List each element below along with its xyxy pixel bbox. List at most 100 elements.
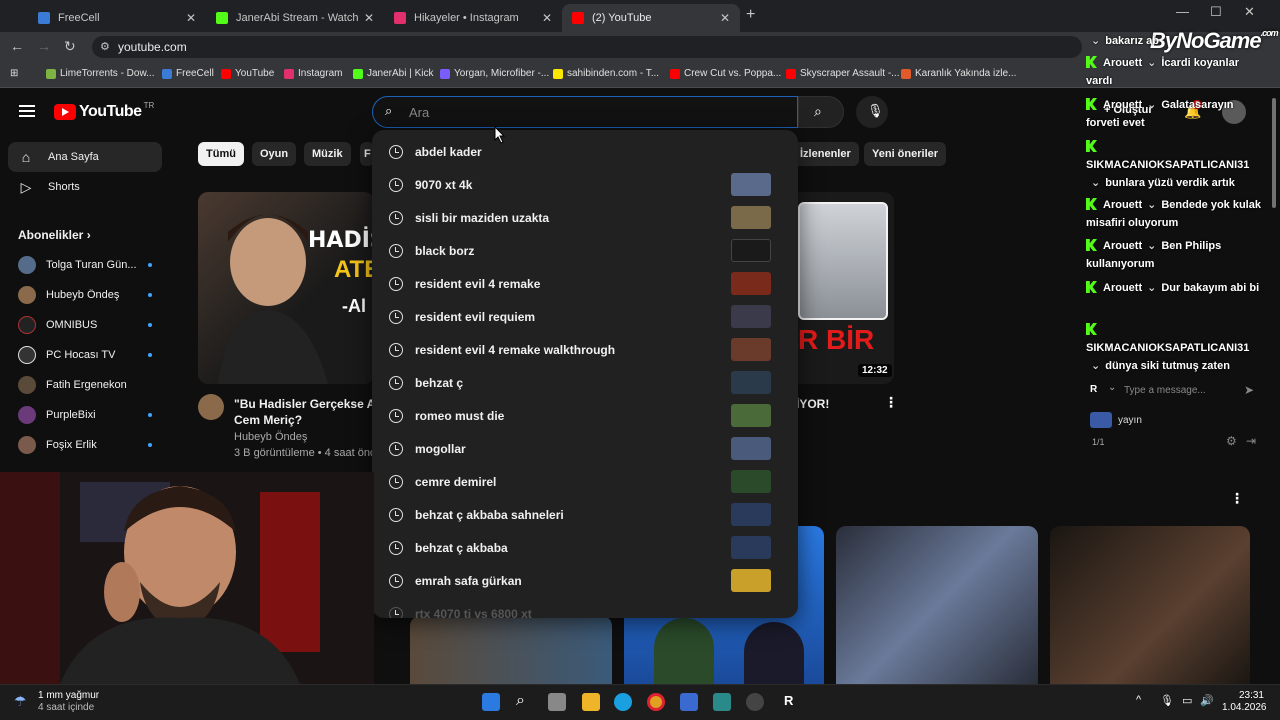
youtube-logo[interactable]: YouTube TR — [54, 101, 154, 121]
more-options-icon[interactable]: ⋮ — [884, 394, 898, 411]
chevron-down-icon[interactable]: ⌄ — [1108, 382, 1116, 393]
sidebar-sub-purplebixi[interactable]: PurpleBixi — [8, 402, 162, 428]
suggestion-item[interactable]: cemre demirel — [372, 466, 798, 499]
bookmark-karanlik[interactable]: Karanlık Yakında izle... — [901, 68, 1016, 79]
bookmark-skyscraper[interactable]: Skyscraper Assault -... — [786, 68, 899, 79]
task-view-icon[interactable] — [548, 693, 566, 711]
popout-icon[interactable]: ⇥ — [1246, 434, 1256, 448]
settings-icon[interactable]: ⚙ — [1226, 434, 1237, 448]
search-button[interactable]: ⌕ — [798, 96, 844, 128]
video-title-partial[interactable]: İYOR! — [796, 396, 829, 412]
video-title-line2[interactable]: Cem Meriç? — [234, 412, 302, 428]
video-thumbnail[interactable] — [836, 526, 1038, 684]
suggestion-item[interactable]: romeo must die — [372, 400, 798, 433]
suggestion-item[interactable]: behzat ç akbaba — [372, 532, 798, 565]
tab-kick[interactable]: JanerAbi Stream - Watch Li... ✕ — [206, 4, 384, 32]
bookmark-crew-cut[interactable]: Crew Cut vs. Poppa... — [670, 68, 781, 79]
voice-search-button[interactable]: 🎙 — [856, 96, 888, 128]
video-thumbnail[interactable] — [1050, 526, 1250, 684]
suggestion-item[interactable]: behzat ç akbaba sahneleri — [372, 499, 798, 532]
minimize-icon[interactable]: — — [1176, 4, 1189, 19]
subscriptions-heading[interactable]: Abonelikler › — [18, 228, 91, 242]
app-icon[interactable] — [713, 693, 731, 711]
tab-youtube[interactable]: (2) YouTube ✕ — [562, 4, 740, 32]
sidebar-item-home[interactable]: ⌂ Ana Sayfa — [8, 142, 162, 172]
bookmark-kick[interactable]: JanerAbi | Kick — [353, 68, 434, 79]
maximize-icon[interactable]: ☐ — [1210, 4, 1222, 20]
reload-icon[interactable]: ↻ — [64, 38, 76, 55]
new-tab-icon[interactable]: + — [746, 6, 755, 24]
chrome-icon[interactable] — [647, 693, 665, 711]
close-tab-icon[interactable]: ✕ — [720, 11, 730, 25]
sidebar-sub-fosix[interactable]: Foşix Erlik — [8, 432, 162, 458]
obs-icon[interactable] — [746, 693, 764, 711]
suggestion-item[interactable]: resident evil 4 remake walkthrough — [372, 334, 798, 367]
suggestion-item[interactable]: rtx 4070 ti vs 6800 xt — [372, 598, 798, 618]
tab-instagram[interactable]: Hikayeler • Instagram ✕ — [384, 4, 562, 32]
sidebar-sub-fatih[interactable]: Fatih Ergenekon — [8, 372, 162, 398]
search-icon[interactable]: ⌕ — [516, 692, 525, 710]
bookmark-yorgan[interactable]: Yorgan, Microfiber -... — [440, 68, 549, 79]
suggestion-item[interactable]: sisli bir maziden uzakta — [372, 202, 798, 235]
site-info-icon[interactable]: ⚙ — [100, 40, 110, 53]
suggestion-item[interactable]: emrah safa gürkan — [372, 565, 798, 598]
close-window-icon[interactable]: ✕ — [1244, 4, 1255, 20]
forward-icon[interactable]: → — [37, 38, 51, 54]
suggestion-item[interactable]: resident evil 4 remake — [372, 268, 798, 301]
bookmark-freecell[interactable]: FreeCell — [162, 68, 214, 79]
close-tab-icon[interactable]: ✕ — [364, 11, 374, 25]
back-icon[interactable]: ← — [10, 38, 24, 54]
url-field[interactable]: ⚙ youtube.com — [92, 36, 1082, 58]
sidebar-sub-hubeyb[interactable]: Hubeyb Öndeş — [8, 282, 162, 308]
menu-icon[interactable] — [19, 105, 35, 117]
edge-icon[interactable] — [614, 693, 632, 711]
apps-icon[interactable]: ⊞ — [10, 68, 18, 79]
start-icon[interactable] — [482, 693, 500, 711]
close-tab-icon[interactable]: ✕ — [186, 11, 196, 25]
bookmark-sahibinden[interactable]: sahibinden.com - T... — [553, 68, 659, 79]
channel-name[interactable]: Hubeyb Öndeş — [234, 431, 307, 443]
chat-message-input[interactable]: Type a message... — [1124, 385, 1206, 396]
sidebar-sub-pchocasi[interactable]: PC Hocası TV — [8, 342, 162, 368]
file-explorer-icon[interactable] — [582, 693, 600, 711]
suggestion-item[interactable]: resident evil requiem — [372, 301, 798, 334]
send-icon[interactable]: ➤ — [1244, 383, 1254, 397]
suggestion-item[interactable]: 9070 xt 4k — [372, 169, 798, 202]
suggestion-item[interactable]: black borz — [372, 235, 798, 268]
chip-watched[interactable]: İzlenenler — [792, 142, 859, 166]
bookmark-instagram[interactable]: Instagram — [284, 68, 342, 79]
bookmark-youtube[interactable]: YouTube — [221, 68, 274, 79]
scrollbar-thumb[interactable] — [1272, 98, 1276, 208]
microphone-icon[interactable]: 🎙 — [1160, 694, 1174, 707]
bookmark-limetorrents[interactable]: LimeTorrents - Dow... — [46, 68, 154, 79]
more-options-icon[interactable]: ⋮ — [1230, 490, 1244, 507]
weather-icon[interactable]: ☂ — [14, 693, 27, 710]
sidebar-sub-omnibus[interactable]: OMNIBUS — [8, 312, 162, 338]
search-input[interactable]: ⌕ Ara — [372, 96, 798, 128]
close-tab-icon[interactable]: ✕ — [542, 11, 552, 25]
video-thumbnail[interactable]: HADİS ATE -Al — [198, 192, 374, 384]
video-title-line1[interactable]: "Bu Hadisler Gerçekse Ate — [234, 396, 386, 412]
r-app-icon[interactable]: R — [784, 693, 793, 708]
tab-freecell[interactable]: FreeCell ✕ — [28, 4, 206, 32]
network-icon[interactable]: ▭ — [1182, 694, 1192, 707]
system-clock[interactable]: 23:31 1.04.2026 — [1222, 690, 1267, 714]
page-scrollbar[interactable] — [1270, 90, 1278, 680]
suggestion-item[interactable]: abdel kader — [372, 136, 798, 169]
history-icon — [389, 244, 403, 258]
suggestion-item[interactable]: mogollar — [372, 433, 798, 466]
chip-music[interactable]: Müzik — [304, 142, 351, 166]
video-thumbnail[interactable] — [410, 616, 612, 684]
chevron-up-icon[interactable]: ^ — [1136, 694, 1141, 706]
channel-avatar[interactable] — [198, 394, 224, 420]
video-thumbnail[interactable]: R BİR 12:32 — [796, 192, 894, 384]
volume-icon[interactable]: 🔊 — [1200, 694, 1214, 707]
weather-widget[interactable]: 1 mm yağmur 4 saat içinde — [38, 690, 99, 714]
chip-gaming[interactable]: Oyun — [252, 142, 297, 166]
suggestion-item[interactable]: behzat ç — [372, 367, 798, 400]
chip-new-recommendations[interactable]: Yeni öneriler — [864, 142, 947, 166]
store-icon[interactable] — [680, 693, 698, 711]
chip-all[interactable]: Tümü — [198, 142, 244, 166]
sidebar-item-shorts[interactable]: ▷ Shorts — [8, 172, 162, 202]
sidebar-sub-tolga[interactable]: Tolga Turan Gün... — [8, 252, 162, 278]
